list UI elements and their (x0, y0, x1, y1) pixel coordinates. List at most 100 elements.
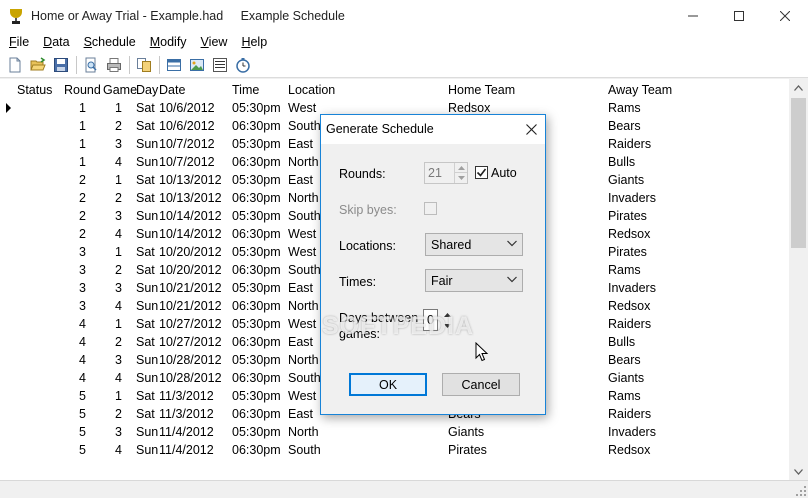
toolbar-separator (129, 55, 130, 74)
header-time[interactable]: Time (232, 83, 259, 97)
cell-location: West (288, 227, 317, 241)
cell-time: 06:30pm (232, 191, 281, 205)
times-select[interactable]: Fair (425, 269, 523, 292)
resize-grip-icon[interactable] (796, 486, 806, 496)
save-button[interactable] (51, 55, 71, 75)
times-value: Fair (431, 274, 453, 288)
checkmark-icon (476, 168, 487, 177)
auto-checkbox[interactable] (475, 166, 488, 179)
cell-game: 1 (115, 317, 122, 331)
open-button[interactable] (28, 55, 48, 75)
header-location[interactable]: Location (288, 83, 335, 97)
list-button[interactable] (210, 55, 230, 75)
header-status[interactable]: Status (17, 83, 52, 97)
cancel-button[interactable]: Cancel (442, 373, 520, 396)
table-row[interactable]: 5 4 Sun 11/4/2012 06:30pm South Pirates Redsox (0, 441, 789, 459)
timer-button[interactable] (233, 55, 253, 75)
table-row[interactable]: 5 3 Sun 11/4/2012 05:30pm North Giants Invaders (0, 423, 789, 441)
minimize-button[interactable] (670, 0, 716, 32)
cell-location: South (288, 209, 321, 223)
chevron-down-icon (507, 276, 517, 283)
print-preview-icon (85, 57, 97, 72)
list-icon (213, 57, 227, 72)
cell-game: 4 (115, 299, 122, 313)
menu-modify[interactable]: Modify (143, 35, 194, 49)
cell-time: 05:30pm (232, 137, 281, 151)
copy-icon (137, 57, 151, 72)
cell-date: 10/27/2012 (159, 317, 222, 331)
cell-away-team: Bulls (608, 335, 636, 349)
cell-round: 2 (79, 227, 86, 241)
cell-away-team: Giants (608, 173, 645, 187)
cell-location: South (288, 371, 321, 385)
dialog-close-button[interactable] (523, 121, 539, 137)
cell-round: 3 (79, 263, 86, 277)
header-game[interactable]: Game (103, 83, 137, 97)
cell-day: Sat (136, 119, 155, 133)
generate-schedule-dialog: Generate Schedule Rounds: 21 Auto Skip b… (320, 114, 546, 415)
print-button[interactable] (104, 55, 124, 75)
cell-round: 5 (79, 407, 86, 421)
header-day[interactable]: Day (136, 83, 158, 97)
cell-day: Sun (136, 209, 159, 223)
close-button[interactable] (762, 0, 808, 32)
minimize-icon (688, 15, 698, 17)
title-bar: Home or Away Trial - Example.had Example… (0, 0, 808, 32)
cell-day: Sun (136, 425, 159, 439)
cell-day: Sat (136, 245, 155, 259)
cell-away-team: Raiders (608, 137, 652, 151)
cell-round: 3 (79, 245, 86, 259)
header-away-team[interactable]: Away Team (608, 83, 672, 97)
times-label: Times: (339, 275, 377, 289)
header-home-team[interactable]: Home Team (448, 83, 515, 97)
skip-byes-checkbox (424, 202, 437, 215)
cell-game: 3 (115, 425, 122, 439)
cell-day: Sat (136, 173, 155, 187)
scroll-down-arrow[interactable] (789, 463, 808, 480)
cell-day: Sun (136, 155, 159, 169)
image-button[interactable] (187, 55, 207, 75)
header-round[interactable]: Round (64, 83, 101, 97)
cell-time: 06:30pm (232, 119, 281, 133)
cell-round: 3 (79, 299, 86, 313)
menu-view[interactable]: View (194, 35, 235, 49)
vertical-scrollbar[interactable] (789, 79, 808, 480)
cell-round: 5 (79, 443, 86, 457)
cell-day: Sat (136, 191, 155, 205)
cell-day: Sat (136, 389, 155, 403)
cell-date: 10/14/2012 (159, 227, 222, 241)
menu-schedule[interactable]: Schedule (77, 35, 143, 49)
cell-game: 2 (115, 335, 122, 349)
cell-away-team: Raiders (608, 407, 652, 421)
columns-button[interactable] (164, 55, 184, 75)
maximize-icon (734, 11, 744, 21)
locations-select[interactable]: Shared (425, 233, 523, 256)
scroll-thumb[interactable] (791, 98, 806, 248)
cell-away-team: Invaders (608, 425, 656, 439)
cell-away-team: Raiders (608, 317, 652, 331)
menu-help[interactable]: Help (234, 35, 274, 49)
copy-button[interactable] (134, 55, 154, 75)
cell-home-team: Pirates (448, 443, 487, 457)
cell-time: 05:30pm (232, 317, 281, 331)
toolbar-separator (76, 55, 77, 74)
cell-time: 05:30pm (232, 245, 281, 259)
cell-day: Sun (136, 281, 159, 295)
cell-day: Sat (136, 317, 155, 331)
cell-game: 2 (115, 263, 122, 277)
cell-location: East (288, 407, 314, 421)
cell-game: 3 (115, 209, 122, 223)
ok-button[interactable]: OK (349, 373, 427, 396)
cell-date: 11/4/2012 (159, 443, 214, 457)
cell-time: 06:30pm (232, 263, 281, 277)
menu-data[interactable]: Data (36, 35, 76, 49)
image-icon (190, 58, 204, 71)
menu-file[interactable]: File (0, 35, 36, 49)
cell-round: 3 (79, 281, 86, 295)
scroll-up-arrow[interactable] (789, 79, 808, 96)
print-preview-button[interactable] (81, 55, 101, 75)
cell-day: Sun (136, 137, 159, 151)
maximize-button[interactable] (716, 0, 762, 32)
header-date[interactable]: Date (159, 83, 185, 97)
new-file-button[interactable] (5, 55, 25, 75)
